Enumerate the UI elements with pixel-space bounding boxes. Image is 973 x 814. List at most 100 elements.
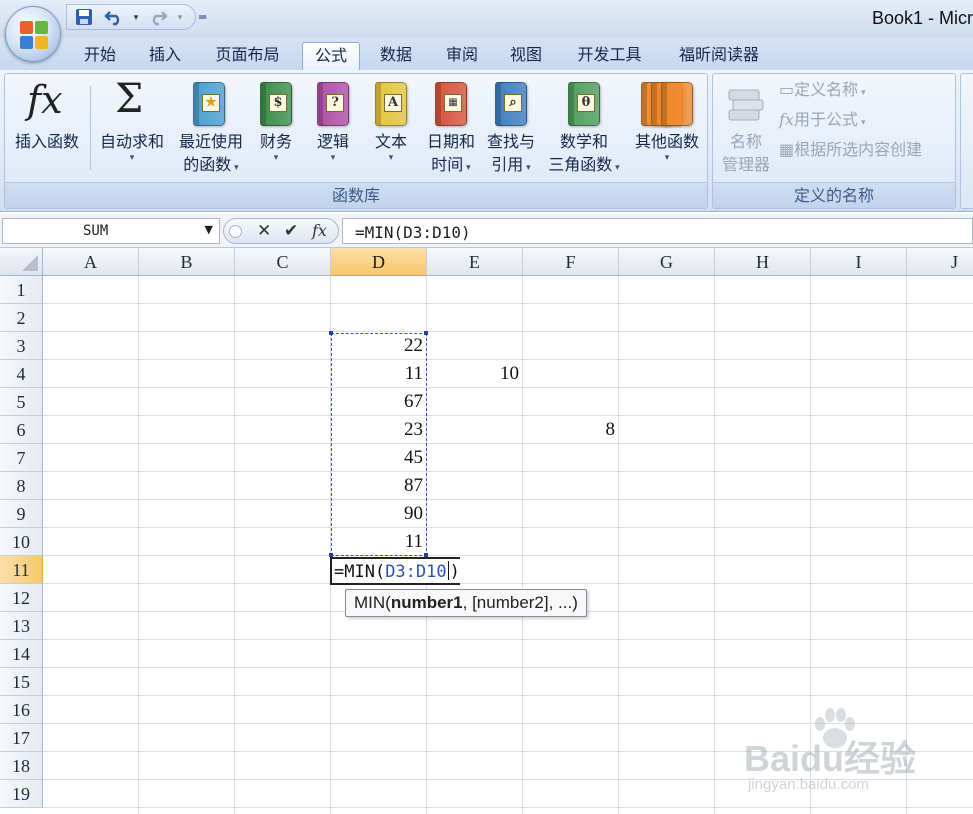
tab-home[interactable]: 开始 [70, 42, 130, 70]
column-header-g[interactable]: G [619, 248, 715, 276]
text-book-icon: A [375, 82, 407, 126]
expand-handle-icon[interactable] [229, 225, 242, 238]
name-manager-button[interactable]: 名称 管理器 [715, 76, 777, 184]
grid-column-line [138, 276, 139, 814]
spreadsheet-grid[interactable]: A B C D E F G H I J 1 2 3 4 5 6 7 8 9 10 11 12 13 14 15 16 17 18 19 2… [0, 248, 973, 814]
create-from-selection-button[interactable]: ▦根据所选内容创建 [779, 138, 922, 162]
math-trig-button[interactable]: θ 数学和 三角函数 ▾ [541, 76, 627, 184]
chevron-down-icon: ▾ [612, 163, 620, 173]
row-header-12[interactable]: 12 [0, 584, 43, 612]
row-header-9[interactable]: 9 [0, 500, 43, 528]
column-header-f[interactable]: F [523, 248, 619, 276]
grid-row-line [43, 499, 973, 500]
row-header-3[interactable]: 3 [0, 332, 43, 360]
row-header-18[interactable]: 18 [0, 752, 43, 780]
grid-column-line [522, 276, 523, 814]
more-book-icon [661, 82, 693, 126]
tag-icon: ▭ [779, 80, 795, 99]
row-header-4[interactable]: 4 [0, 360, 43, 388]
defined-names-group: 名称 管理器 ▭定义名称 ▾ fx用于公式 ▾ ▦根据所选内容创建 定义的名称 [712, 73, 956, 209]
row-header-19[interactable]: 19 [0, 780, 43, 808]
office-button[interactable] [5, 6, 61, 62]
cell-e4[interactable]: 10 [427, 360, 523, 388]
grid-row-line [43, 303, 973, 304]
active-cell-editor[interactable]: =MIN(D3:D10) [330, 557, 460, 585]
column-header-b[interactable]: B [139, 248, 235, 276]
check-icon[interactable]: ✔ [284, 221, 298, 241]
more-functions-button[interactable]: 其他函数 ▾ [629, 76, 705, 184]
column-header-c[interactable]: C [235, 248, 331, 276]
lookup-reference-button[interactable]: ⌕ 查找与 引用 ▾ [481, 76, 541, 184]
undo-dropdown-icon[interactable]: ▾ [125, 8, 147, 28]
redo-icon[interactable] [147, 8, 169, 28]
grid-row-line [43, 695, 973, 696]
grid-row-line [43, 527, 973, 528]
tab-foxit-reader[interactable]: 福昕阅读器 [664, 42, 774, 70]
tab-insert[interactable]: 插入 [135, 42, 195, 70]
reference-range-marquee [331, 333, 427, 556]
row-header-13[interactable]: 13 [0, 612, 43, 640]
grid-icon: ▦ [779, 140, 795, 159]
column-header-a[interactable]: A [43, 248, 139, 276]
tab-data[interactable]: 数据 [366, 42, 426, 70]
financial-book-icon: $ [260, 82, 292, 126]
row-header-10[interactable]: 10 [0, 528, 43, 556]
redo-dropdown-icon[interactable]: ▾ [169, 8, 191, 28]
cancel-icon[interactable]: ✕ [257, 221, 271, 241]
range-corner-handle [424, 331, 428, 335]
tab-formulas[interactable]: 公式 [302, 42, 360, 70]
cell-f6[interactable]: 8 [523, 416, 619, 444]
formula-input[interactable]: =MIN(D3:D10) [342, 218, 973, 244]
title-bar: ▾ ▾ ═ Book1 - Micr [0, 0, 973, 62]
row-header-8[interactable]: 8 [0, 472, 43, 500]
column-header-j[interactable]: J [907, 248, 973, 276]
quick-access-toolbar: ▾ ▾ [66, 4, 196, 30]
name-box[interactable]: SUM ▼ [2, 218, 220, 244]
date-time-button[interactable]: ▦ 日期和 时间 ▾ [421, 76, 481, 184]
row-header-14[interactable]: 14 [0, 640, 43, 668]
row-header-17[interactable]: 17 [0, 724, 43, 752]
tab-view[interactable]: 视图 [496, 42, 556, 70]
text-caret [447, 561, 449, 580]
row-header-6[interactable]: 6 [0, 416, 43, 444]
office-logo-icon [20, 21, 48, 49]
logical-button[interactable]: ? 逻辑 ▾ [307, 76, 359, 184]
chevron-down-icon: ▾ [463, 163, 471, 173]
column-header-e[interactable]: E [427, 248, 523, 276]
column-header-i[interactable]: I [811, 248, 907, 276]
fx-icon[interactable]: fx [312, 221, 327, 240]
insert-function-button[interactable]: fx 插入函数 [7, 76, 87, 184]
column-header-h[interactable]: H [715, 248, 811, 276]
row-header-11[interactable]: 11 [0, 556, 43, 584]
save-icon[interactable] [73, 8, 95, 28]
undo-icon[interactable] [103, 8, 125, 28]
row-header-7[interactable]: 7 [0, 444, 43, 472]
chevron-down-icon[interactable]: ▼ [205, 223, 213, 236]
row-header-16[interactable]: 16 [0, 696, 43, 724]
grid-column-line [714, 276, 715, 814]
chevron-down-icon: ▾ [857, 118, 866, 128]
grid-row-line [43, 667, 973, 668]
row-header-2[interactable]: 2 [0, 304, 43, 332]
autosum-button[interactable]: Σ 自动求和 ▾ [93, 76, 171, 184]
financial-button[interactable]: $ 财务 ▾ [251, 76, 301, 184]
tab-developer[interactable]: 开发工具 [562, 42, 657, 70]
column-header-d[interactable]: D [331, 248, 427, 276]
use-in-formula-button[interactable]: fx用于公式 ▾ [779, 108, 865, 135]
row-header-15[interactable]: 15 [0, 668, 43, 696]
lookup-book-icon: ⌕ [495, 82, 527, 126]
select-all-corner[interactable] [0, 248, 43, 276]
sigma-icon: Σ [115, 76, 144, 122]
tab-page-layout[interactable]: 页面布局 [200, 42, 295, 70]
customize-qat-icon[interactable]: ═ [199, 10, 206, 24]
grid-row-line [43, 331, 973, 332]
formula-bar: SUM ▼ ✕ ✔ fx =MIN(D3:D10) [0, 214, 973, 248]
chevron-down-icon: ▾ [664, 153, 670, 163]
math-book-icon: θ [568, 82, 600, 126]
row-header-5[interactable]: 5 [0, 388, 43, 416]
text-button[interactable]: A 文本 ▾ [365, 76, 417, 184]
define-name-button[interactable]: ▭定义名称 ▾ [779, 78, 866, 105]
tab-review[interactable]: 审阅 [432, 42, 492, 70]
recently-used-button[interactable]: ★ 最近使用 的函数 ▾ [171, 76, 251, 184]
row-header-1[interactable]: 1 [0, 276, 43, 304]
